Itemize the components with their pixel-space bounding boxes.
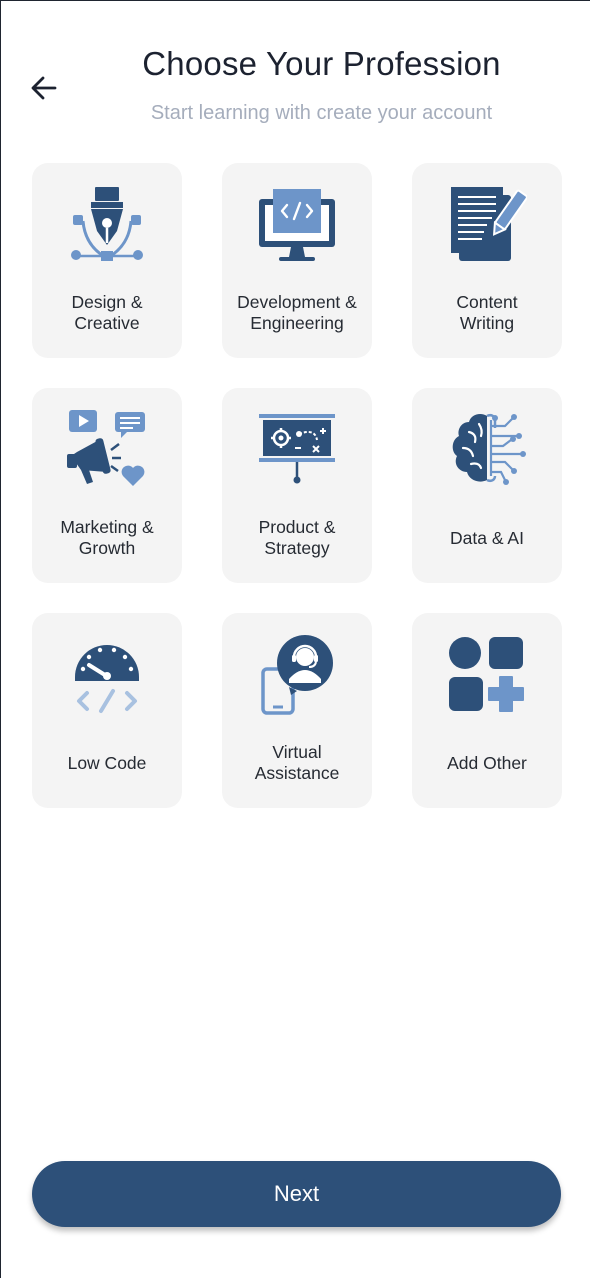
profession-card-content[interactable]: Content Writing	[412, 163, 562, 358]
document-pencil-icon	[442, 183, 532, 267]
profession-label: Virtual Assistance	[254, 742, 340, 783]
profession-card-low-code[interactable]: Low Code	[32, 613, 182, 808]
profession-grid: Design & Creative Development & Engineer…	[32, 163, 562, 808]
page-subtitle: Start learning with create your account	[150, 102, 493, 124]
profession-label: Add Other	[447, 752, 527, 773]
profession-label: Content Writing	[456, 292, 518, 333]
profession-card-data-ai[interactable]: Data & AI	[412, 388, 562, 583]
profession-label: Development & Engineering	[237, 292, 357, 333]
profession-label: Low Code	[67, 752, 147, 773]
speedometer-code-icon	[62, 633, 152, 717]
profession-label: Marketing & Growth	[60, 517, 154, 558]
add-app-icon	[442, 633, 532, 717]
megaphone-icon	[62, 408, 152, 492]
profession-label: Data & AI	[450, 527, 524, 548]
headset-support-icon	[252, 633, 342, 717]
code-monitor-icon	[252, 183, 342, 267]
page-title: Choose Your Profession	[142, 45, 501, 82]
presentation-board-icon	[252, 408, 342, 492]
next-button[interactable]: Next	[32, 1161, 561, 1227]
profession-label: Product & Strategy	[258, 517, 336, 558]
profession-card-design[interactable]: Design & Creative	[32, 163, 182, 358]
profession-card-marketing[interactable]: Marketing & Growth	[32, 388, 182, 583]
profession-label: Design & Creative	[71, 292, 143, 333]
profession-card-virtual-assistance[interactable]: Virtual Assistance	[222, 613, 372, 808]
brain-circuit-icon	[442, 408, 532, 492]
profession-card-development[interactable]: Development & Engineering	[222, 163, 372, 358]
pen-tool-icon	[62, 183, 152, 267]
profession-card-product[interactable]: Product & Strategy	[222, 388, 372, 583]
profession-card-add-other[interactable]: Add Other	[412, 613, 562, 808]
